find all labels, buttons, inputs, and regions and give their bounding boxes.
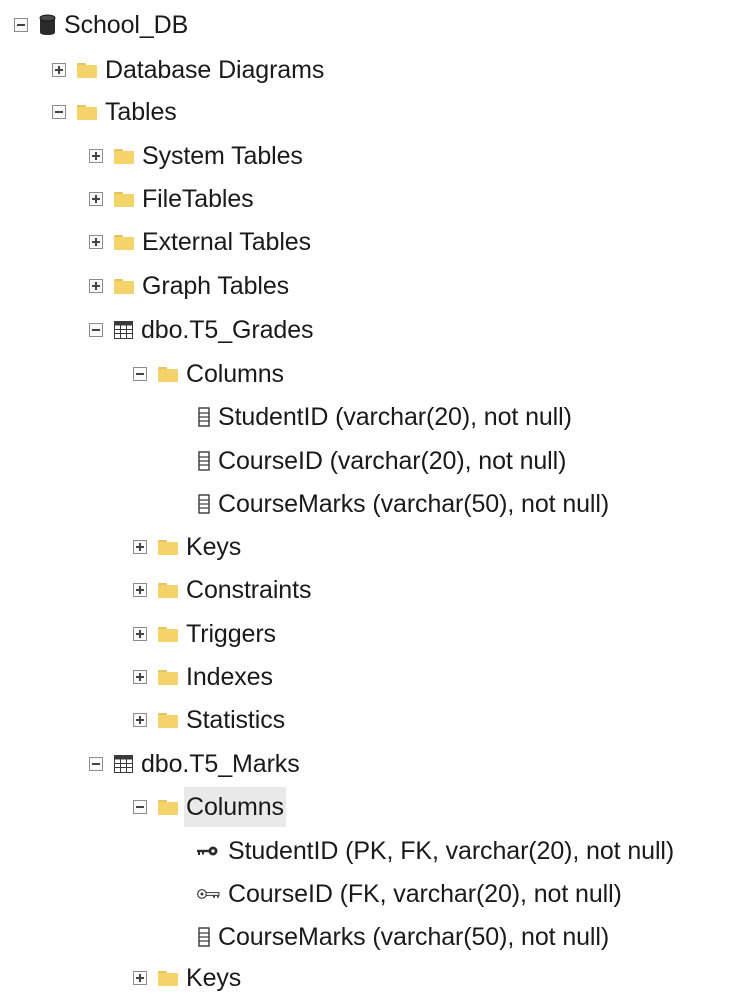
tree-node-label: School_DB [64,11,189,39]
expand-toggle-icon[interactable] [133,583,147,597]
collapse-toggle-icon[interactable] [14,18,28,32]
expand-toggle-icon[interactable] [89,235,103,249]
tree-node-column[interactable]: StudentID (PK, FK, varchar(20), not null… [196,831,674,871]
tree-node-label: System Tables [142,142,303,170]
tree-node-table-t5-marks[interactable]: dbo.T5_Marks [89,744,300,784]
expand-toggle-icon[interactable] [133,670,147,684]
folder-icon [158,712,178,728]
folder-icon [158,970,178,986]
tree-node-label: Statistics [186,706,286,734]
collapse-toggle-icon[interactable] [89,757,103,771]
column-icon [198,494,210,514]
tree-node-column[interactable]: StudentID (varchar(20), not null) [198,397,572,437]
tree-node-label: CourseID (FK, varchar(20), not null) [228,880,622,908]
tree-node-column[interactable]: CourseID (varchar(20), not null) [198,441,566,481]
tree-node-label: Constraints [186,576,312,604]
tree-node-column[interactable]: CourseMarks (varchar(50), not null) [198,484,609,524]
expand-toggle-icon[interactable] [52,63,66,77]
column-icon [198,407,210,427]
expand-toggle-icon[interactable] [133,713,147,727]
expand-toggle-icon[interactable] [89,149,103,163]
tree-node-filetables[interactable]: FileTables [89,179,254,219]
tree-node-column[interactable]: CourseID (FK, varchar(20), not null) [196,874,622,914]
tree-node-database-diagrams[interactable]: Database Diagrams [52,50,324,90]
tree-node-label: CourseMarks (varchar(50), not null) [218,923,610,951]
tree-node-tables[interactable]: Tables [52,92,177,132]
tree-node-statistics[interactable]: Statistics [133,700,285,740]
folder-icon [114,234,134,250]
folder-icon [114,191,134,207]
column-icon [198,451,210,471]
tree-node-label: Keys [186,964,242,992]
tree-node-column[interactable]: CourseMarks (varchar(50), not null) [198,917,609,957]
tree-node-label: FileTables [142,185,254,213]
tree-node-columns-t5-marks[interactable]: Columns [133,787,286,827]
expand-toggle-icon[interactable] [89,279,103,293]
tree-node-keys[interactable]: Keys [133,527,241,567]
tree-node-label: Tables [105,98,177,126]
tree-node-label: Graph Tables [142,272,290,300]
tree-node-label: CourseMarks (varchar(50), not null) [218,490,610,518]
folder-icon [77,104,97,120]
tree-node-label: Triggers [186,620,276,648]
expand-toggle-icon[interactable] [133,627,147,641]
table-icon [114,321,133,339]
tree-node-label: External Tables [142,228,311,256]
expand-toggle-icon[interactable] [133,971,147,985]
tree-node-label: StudentID (varchar(20), not null) [218,403,572,431]
collapse-toggle-icon[interactable] [133,800,147,814]
folder-icon [158,799,178,815]
collapse-toggle-icon[interactable] [133,367,147,381]
tree-node-label: dbo.T5_Grades [141,316,314,344]
tree-node-columns-t5-grades[interactable]: Columns [133,354,284,394]
folder-icon [114,148,134,164]
object-explorer-tree: School_DB Database Diagrams Tables Syste… [0,0,747,992]
tree-node-label: Columns [184,787,286,827]
folder-icon [77,62,97,78]
folder-icon [158,539,178,555]
foreign-key-icon [196,888,220,900]
table-icon [114,755,133,773]
database-icon [39,14,56,36]
collapse-toggle-icon[interactable] [89,323,103,337]
folder-icon [158,582,178,598]
tree-node-label: StudentID (PK, FK, varchar(20), not null… [228,837,675,865]
tree-node-label: CourseID (varchar(20), not null) [218,447,567,475]
tree-node-constraints[interactable]: Constraints [133,570,311,610]
column-icon [198,927,210,947]
expand-toggle-icon[interactable] [89,192,103,206]
folder-icon [114,278,134,294]
expand-toggle-icon[interactable] [133,540,147,554]
folder-icon [158,366,178,382]
folder-icon [158,626,178,642]
tree-node-graph-tables[interactable]: Graph Tables [89,266,289,306]
tree-node-system-tables[interactable]: System Tables [89,136,303,176]
tree-node-label: Keys [186,533,242,561]
tree-node-label: Database Diagrams [105,56,325,84]
tree-node-keys-partial[interactable]: Keys [133,958,241,998]
primary-key-icon [196,845,220,857]
collapse-toggle-icon[interactable] [52,105,66,119]
tree-node-label: Columns [186,360,284,388]
tree-node-triggers[interactable]: Triggers [133,614,276,654]
tree-node-table-t5-grades[interactable]: dbo.T5_Grades [89,310,314,350]
tree-node-external-tables[interactable]: External Tables [89,222,311,262]
tree-node-school-db[interactable]: School_DB [14,5,188,45]
tree-node-indexes[interactable]: Indexes [133,657,273,697]
tree-node-label: dbo.T5_Marks [141,750,300,778]
tree-node-label: Indexes [186,663,273,691]
folder-icon [158,669,178,685]
